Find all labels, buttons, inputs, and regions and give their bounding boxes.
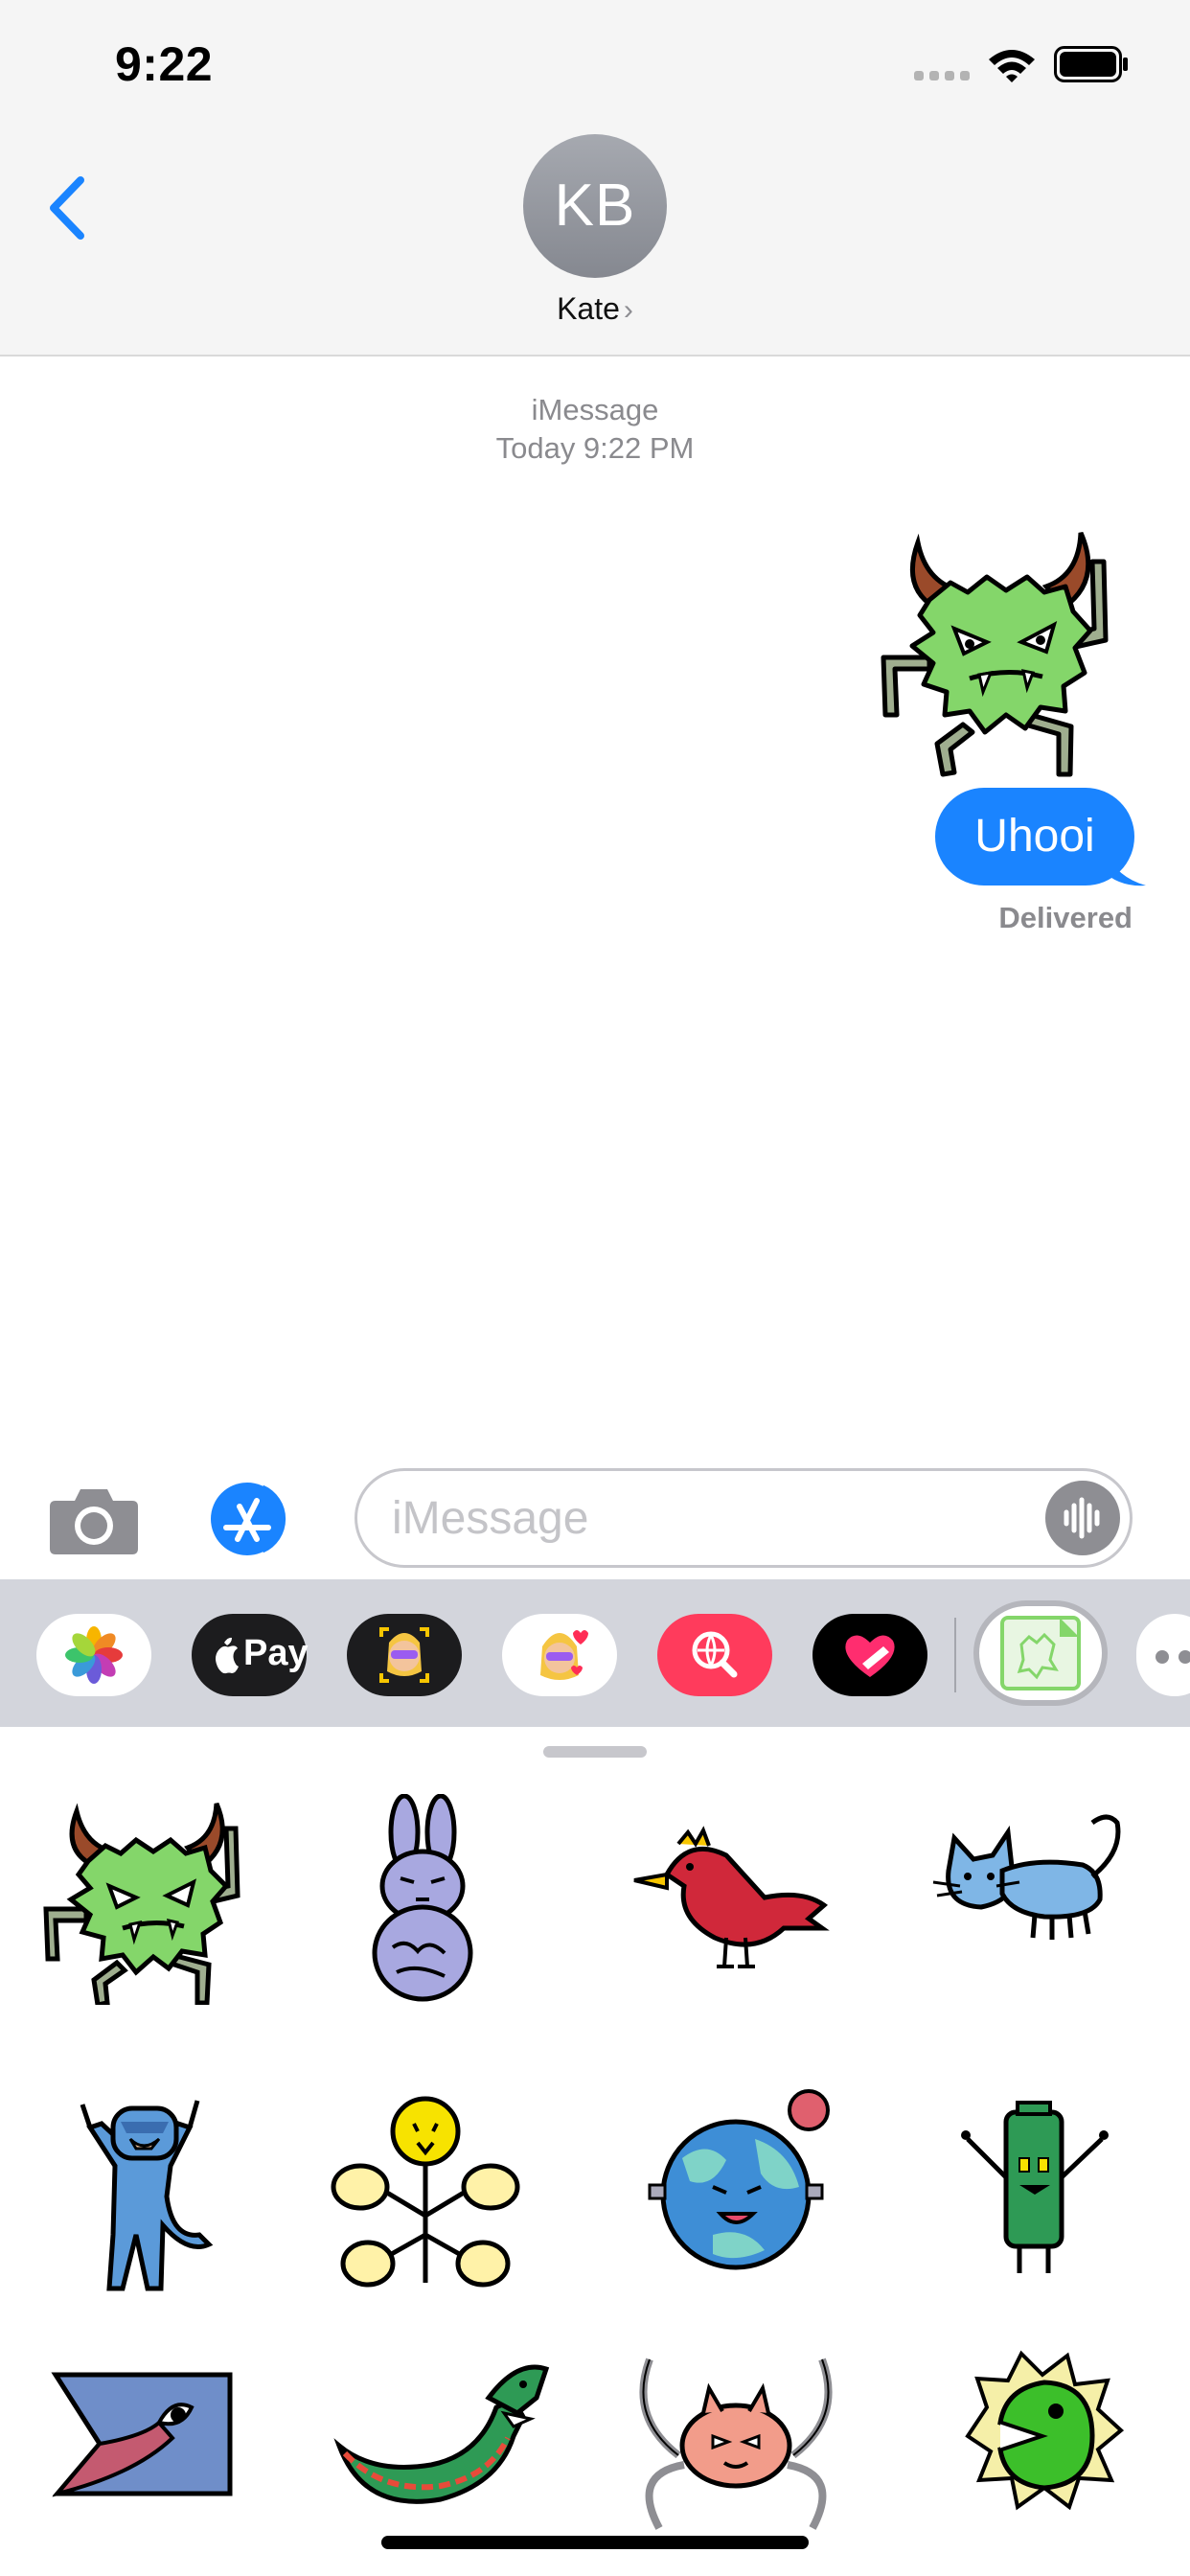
memoji-stickers-icon [540,1630,588,1680]
memoji-stickers-app-button[interactable] [502,1614,617,1696]
green-spiky-chomper-sticker[interactable] [949,2331,1179,2542]
cellular-signal-icon [914,71,970,80]
memoji-app-button[interactable] [347,1614,462,1696]
green-dragon-sticker[interactable] [326,2331,556,2542]
earth-planet-sticker[interactable] [621,2082,851,2292]
back-chevron-icon[interactable] [44,174,92,242]
apple-pay-label: Pay [243,1633,309,1673]
battery-icon [1054,46,1128,82]
green-horned-monster-sticker[interactable] [29,1794,259,2005]
globe-search-icon [692,1631,738,1678]
delivery-status: Delivered [998,901,1133,934]
digital-touch-heart-icon [845,1635,895,1677]
waveform-icon [1064,1497,1100,1539]
conversation-header: 9:22 KB Kate › [0,0,1190,356]
green-horned-monster-sticker[interactable] [862,523,1131,782]
green-battery-sticker[interactable] [920,2082,1150,2292]
home-indicator [381,2536,809,2549]
red-bird-sticker[interactable] [621,1794,851,2005]
service-label: iMessage [531,393,659,426]
bubble-tail [1102,841,1146,886]
voice-message-button[interactable] [1045,1481,1120,1555]
apple-pay-app-button[interactable]: Pay [192,1614,309,1696]
blue-cat-waving-sticker[interactable] [29,2082,259,2292]
pink-crab-sticker[interactable] [621,2331,851,2542]
imessage-app-strip: Pay [0,1579,1190,1727]
images-app-button[interactable] [657,1614,772,1696]
purple-rabbit-sticker[interactable] [310,1794,540,2005]
memoji-camera-icon [379,1627,429,1683]
photos-app-button[interactable] [36,1614,151,1696]
photos-icon [65,1626,123,1684]
uhooi-sticker-app-icon [1000,1616,1081,1690]
camera-icon[interactable] [48,1482,140,1556]
app-strip-divider [954,1618,956,1692]
blue-cat-sticker[interactable] [920,1794,1150,2005]
digital-touch-app-button[interactable] [812,1614,927,1696]
blue-shark-head-sticker[interactable] [29,2331,259,2542]
message-input[interactable] [392,1471,1043,1565]
contact-name: Kate [557,291,620,326]
status-time: 9:22 [115,37,214,91]
drawer-grabber[interactable] [543,1746,647,1758]
app-store-icon[interactable] [201,1482,307,1556]
more-apps-button[interactable] [1136,1614,1190,1696]
wifi-icon [989,50,1035,82]
message-input-container[interactable] [355,1468,1133,1568]
yellow-flower-sticker[interactable] [310,2082,540,2292]
contact-avatar[interactable]: KB [523,134,667,278]
chevron-right-icon: › [623,294,633,326]
sticker-drawer [0,1727,1190,2576]
contact-name-button[interactable]: Kate › [499,291,691,327]
uhooi-sticker-app-button[interactable] [973,1600,1108,1706]
conversation-timestamp: Today 9:22 PM [495,431,695,465]
